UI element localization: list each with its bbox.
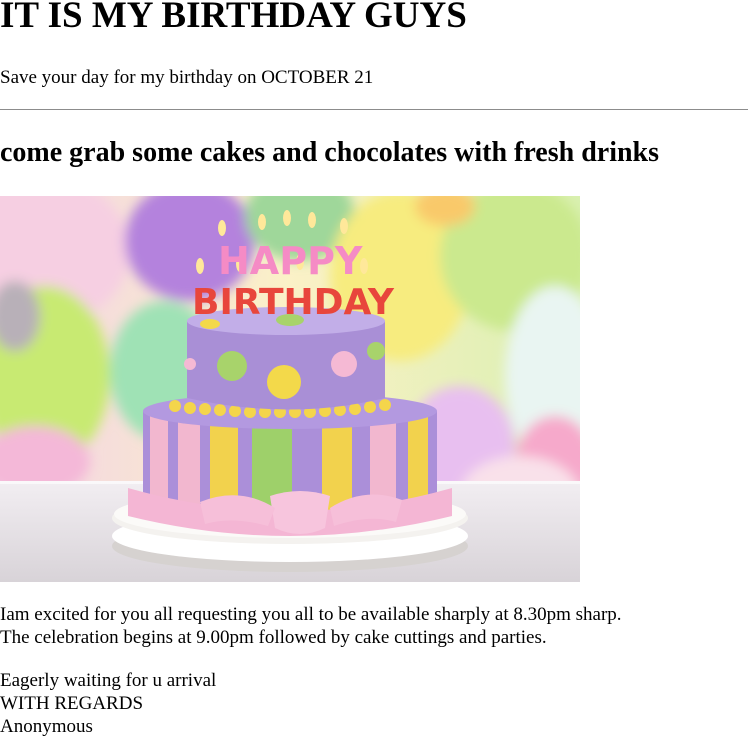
svg-text:HAPPY: HAPPY — [218, 239, 363, 283]
horizontal-divider — [0, 109, 748, 110]
closing-paragraph: Eagerly waiting for u arrival WITH REGAR… — [0, 669, 216, 738]
invitation-line-1: Iam excited for you all requesting you a… — [0, 604, 622, 625]
signature-line: Anonymous — [0, 716, 93, 737]
invitation-line-2: The celebration begins at 9.00pm followe… — [0, 627, 547, 648]
subtitle-text: Save your day for my birthday on OCTOBER… — [0, 67, 374, 88]
page-title: IT IS MY BIRTHDAY GUYS — [0, 0, 467, 36]
section-heading: come grab some cakes and chocolates with… — [0, 137, 660, 168]
closing-line-2: WITH REGARDS — [0, 693, 144, 714]
svg-text:BIRTHDAY: BIRTHDAY — [192, 282, 395, 323]
invitation-paragraph: Iam excited for you all requesting you a… — [0, 603, 622, 649]
bottom-tier — [128, 393, 452, 536]
birthday-cake-image: HAPPY BIRTHDAY — [0, 196, 580, 582]
closing-line-1: Eagerly waiting for u arrival — [0, 670, 217, 691]
